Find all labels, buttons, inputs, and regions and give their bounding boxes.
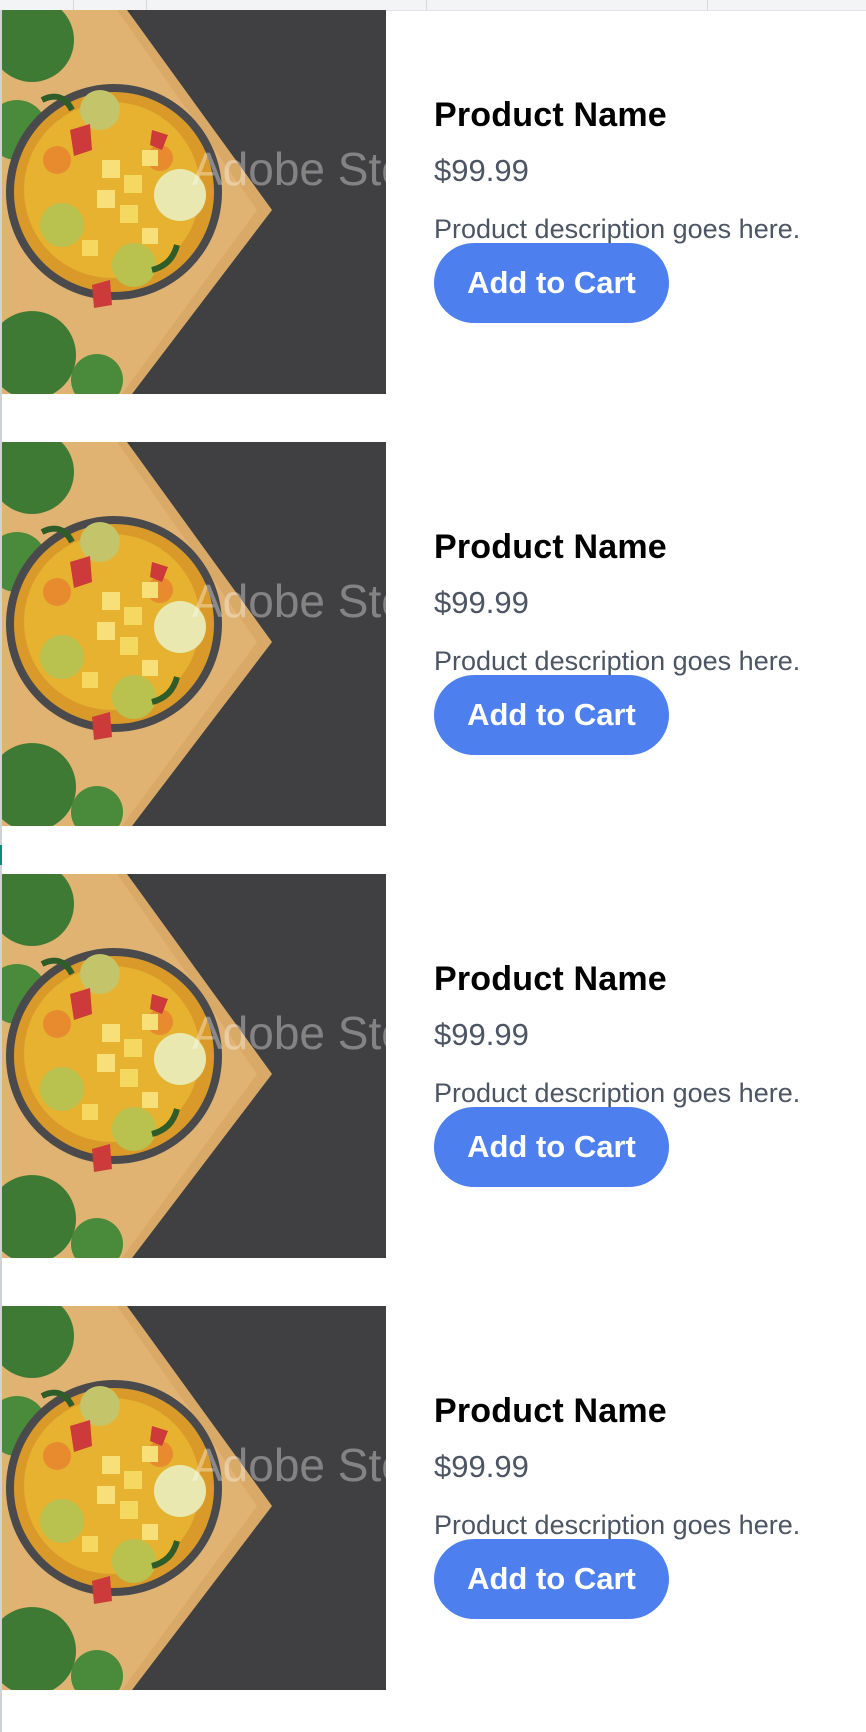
product-description: Product description goes here. [434, 1510, 801, 1540]
add-to-cart-button[interactable]: Add to Cart [434, 1539, 669, 1619]
product-name: Product Name [434, 96, 667, 134]
top-strip-segment [74, 0, 147, 10]
top-strip-segment [0, 0, 74, 10]
product-price: $99.99 [434, 585, 529, 620]
product-price: $99.99 [434, 1017, 529, 1052]
image-watermark: Adobe Stock [192, 143, 386, 195]
product-image: Adobe Stock [2, 1306, 386, 1690]
product-card: Adobe Stock Product Name $99.99 Product … [2, 874, 866, 1258]
product-list-page: Adobe Stock Product Name $99.99 Product … [0, 0, 866, 1732]
image-watermark: Adobe Stock [192, 1007, 386, 1059]
product-description: Product description goes here. [434, 1078, 801, 1108]
product-price: $99.99 [434, 153, 529, 188]
product-description: Product description goes here. [434, 214, 801, 244]
image-watermark: Adobe Stock [192, 575, 386, 627]
product-price: $99.99 [434, 1449, 529, 1484]
product-image: Adobe Stock [2, 442, 386, 826]
product-card: Adobe Stock Product Name $99.99 Product … [2, 442, 866, 826]
add-to-cart-button[interactable]: Add to Cart [434, 675, 669, 755]
product-description: Product description goes here. [434, 646, 801, 676]
top-strip-segment [147, 0, 427, 10]
product-name: Product Name [434, 1392, 667, 1430]
product-card: Adobe Stock Product Name $99.99 Product … [2, 10, 866, 394]
product-image: Adobe Stock [2, 874, 386, 1258]
add-to-cart-button[interactable]: Add to Cart [434, 1107, 669, 1187]
add-to-cart-button[interactable]: Add to Cart [434, 243, 669, 323]
left-edge-accent [0, 845, 2, 865]
product-card: Adobe Stock Product Name $99.99 Product … [2, 1306, 866, 1690]
product-image: Adobe Stock [2, 10, 386, 394]
product-name: Product Name [434, 960, 667, 998]
product-name: Product Name [434, 528, 667, 566]
image-watermark: Adobe Stock [192, 1439, 386, 1491]
top-strip-segment [427, 0, 708, 10]
